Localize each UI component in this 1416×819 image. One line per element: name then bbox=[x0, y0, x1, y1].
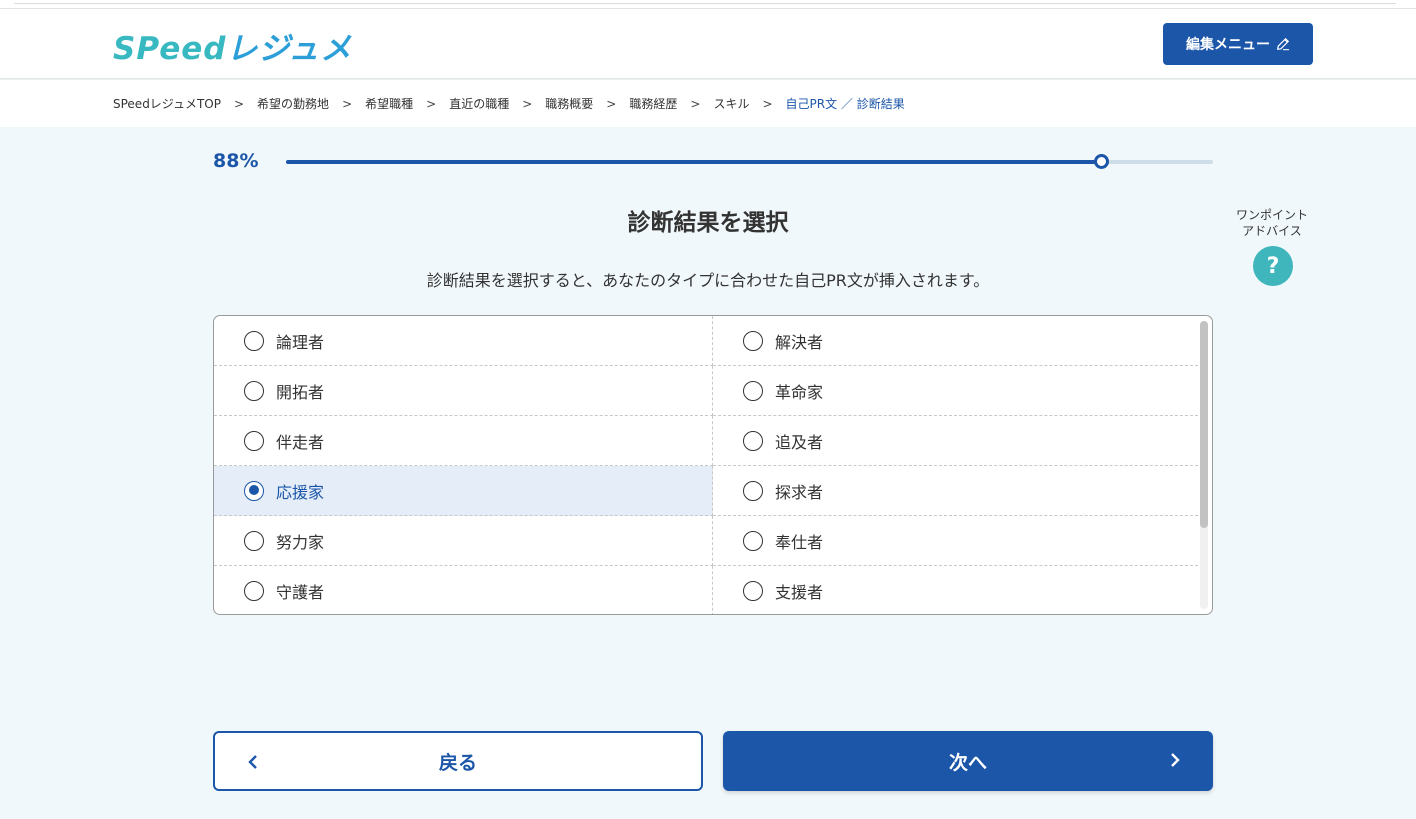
breadcrumb-item[interactable]: スキル bbox=[713, 95, 749, 112]
breadcrumb-separator-icon: > bbox=[690, 96, 701, 111]
breadcrumb-separator-icon: > bbox=[342, 96, 353, 111]
radio-button[interactable] bbox=[244, 430, 264, 451]
diagnosis-option-label: 追及者 bbox=[775, 432, 824, 452]
breadcrumb-separator-icon: > bbox=[426, 96, 437, 111]
diagnosis-option-label: 解決者 bbox=[775, 332, 824, 352]
breadcrumb-item: 自己PR文 ／ 診断結果 bbox=[785, 97, 905, 111]
breadcrumb-item[interactable]: 職務概要 bbox=[545, 95, 593, 112]
radio-button[interactable] bbox=[244, 580, 264, 601]
radio-button[interactable] bbox=[743, 480, 763, 501]
breadcrumb: SPeedレジュメTOP > 希望の勤務地 > 希望職種 > 直近の職種 > 職務概要 > 職務経歴… bbox=[0, 80, 1416, 127]
page-subtitle: 診断結果を選択すると、あなたのタイプに合わせた自己PR文が挿入されます。 bbox=[426, 271, 990, 290]
radio-button[interactable] bbox=[743, 330, 763, 351]
options-scrollbar[interactable] bbox=[1200, 321, 1208, 609]
breadcrumb-item[interactable]: SPeedレジュメTOP bbox=[113, 95, 221, 112]
diagnosis-option-label: 探求者 bbox=[775, 482, 824, 502]
radio-button[interactable] bbox=[244, 330, 264, 351]
diagnosis-options-list: 論理者 解決者開拓者 革命家伴走者 追及者応援家 探求者努力家 奉仕者守護者 支援者 bbox=[213, 315, 1213, 615]
diagnosis-option[interactable]: 守護者 bbox=[214, 566, 713, 614]
breadcrumb-separator-icon: > bbox=[233, 96, 245, 111]
advice-help-button[interactable]: ? bbox=[1253, 246, 1293, 286]
radio-button[interactable] bbox=[244, 480, 264, 501]
radio-button[interactable] bbox=[743, 430, 763, 451]
progress-bar bbox=[286, 154, 1213, 169]
edit-menu-button[interactable]: 編集メニュー bbox=[1163, 23, 1313, 65]
breadcrumb-separator-icon: > bbox=[606, 96, 617, 111]
radio-button[interactable] bbox=[743, 530, 763, 551]
diagnosis-option-label: 奉仕者 bbox=[775, 532, 824, 552]
progress-bar-fill bbox=[286, 160, 1102, 164]
diagnosis-option[interactable]: 伴走者 bbox=[214, 416, 713, 466]
diagnosis-option[interactable]: 支援者 bbox=[713, 566, 1198, 614]
breadcrumb-separator-icon: > bbox=[522, 96, 533, 111]
chevron-right-icon bbox=[1171, 753, 1180, 767]
one-point-advice-label: ワンポイント アドバイス bbox=[1235, 208, 1308, 238]
next-button[interactable]: 次へ bbox=[723, 731, 1213, 791]
back-button[interactable]: 戻る bbox=[213, 731, 703, 791]
options-scrollbar-thumb[interactable] bbox=[1200, 321, 1208, 528]
diagnosis-option-label: 伴走者 bbox=[276, 432, 325, 452]
radio-button[interactable] bbox=[743, 580, 763, 601]
breadcrumb-item[interactable]: 直近の職種 bbox=[449, 95, 509, 112]
breadcrumb-separator-icon: > bbox=[762, 96, 773, 111]
diagnosis-option-label: 守護者 bbox=[276, 582, 325, 602]
browser-top-line bbox=[0, 0, 1416, 9]
diagnosis-option-label: 応援家 bbox=[276, 482, 325, 502]
chevron-left-icon bbox=[248, 755, 257, 769]
diagnosis-option[interactable]: 開拓者 bbox=[214, 366, 713, 416]
diagnosis-option-label: 開拓者 bbox=[276, 382, 325, 402]
diagnosis-option[interactable]: 奉仕者 bbox=[713, 516, 1198, 566]
diagnosis-option-label: 支援者 bbox=[775, 582, 824, 602]
breadcrumb-item[interactable]: 職務経歴 bbox=[629, 95, 677, 112]
edit-menu-label: 編集メニュー bbox=[1186, 37, 1270, 53]
diagnosis-option[interactable]: 追及者 bbox=[713, 416, 1198, 466]
radio-button[interactable] bbox=[743, 380, 763, 401]
progress-knob bbox=[1093, 154, 1109, 169]
diagnosis-option-label: 論理者 bbox=[276, 332, 325, 352]
next-button-label: 次へ bbox=[948, 751, 987, 774]
site-header: SPeedレジュメ 編集メニュー bbox=[0, 9, 1416, 79]
diagnosis-option[interactable]: 革命家 bbox=[713, 366, 1198, 416]
diagnosis-option[interactable]: 解決者 bbox=[713, 316, 1198, 366]
page-title: 診断結果を選択 bbox=[627, 210, 789, 236]
diagnosis-option[interactable]: 探求者 bbox=[713, 466, 1198, 516]
diagnosis-option-label: 革命家 bbox=[775, 382, 824, 402]
radio-button[interactable] bbox=[244, 380, 264, 401]
diagnosis-option[interactable]: 応援家 bbox=[214, 466, 713, 516]
breadcrumb-item[interactable]: 希望職種 bbox=[365, 95, 413, 112]
progress-percentage: 88% bbox=[213, 150, 259, 172]
breadcrumb-item[interactable]: 希望の勤務地 bbox=[257, 95, 329, 112]
pencil-icon bbox=[1277, 37, 1290, 51]
radio-button[interactable] bbox=[244, 530, 264, 551]
back-button-label: 戻る bbox=[438, 751, 477, 774]
diagnosis-option[interactable]: 努力家 bbox=[214, 516, 713, 566]
diagnosis-option[interactable]: 論理者 bbox=[214, 316, 713, 366]
speed-resume-logo[interactable]: SPeedレジュメ bbox=[113, 23, 352, 68]
diagnosis-option-label: 努力家 bbox=[276, 532, 325, 552]
